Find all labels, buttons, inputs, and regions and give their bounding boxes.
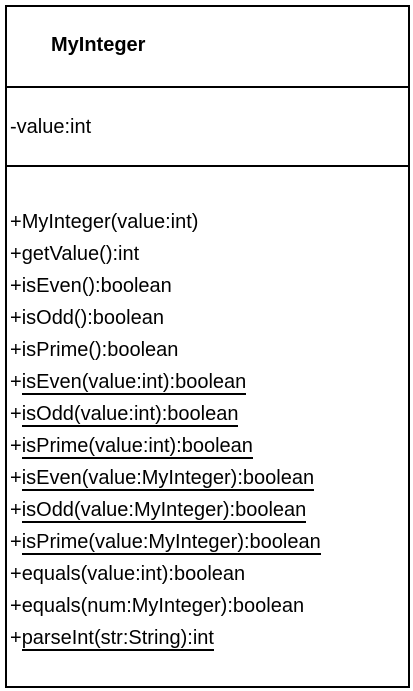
static-method-signature: isOdd(value:int):boolean bbox=[21, 403, 239, 427]
method-signature: isEven():boolean bbox=[21, 275, 172, 297]
method-row: +isOdd(value:MyInteger):boolean bbox=[10, 496, 307, 524]
static-method-signature: parseInt(str:String):int bbox=[21, 627, 214, 651]
static-method-signature: isPrime(value:int):boolean bbox=[21, 435, 253, 459]
class-name-compartment: MyInteger bbox=[7, 7, 408, 88]
method-row: +isPrime():boolean bbox=[10, 336, 178, 364]
method-row: +isEven(value:MyInteger):boolean bbox=[10, 464, 315, 492]
method-row: +isOdd():boolean bbox=[10, 304, 164, 332]
method-signature: equals(value:int):boolean bbox=[21, 563, 246, 585]
method-signature: MyInteger(value:int) bbox=[21, 211, 199, 233]
static-method-signature: isOdd(value:MyInteger):boolean bbox=[21, 499, 307, 523]
method-row: +equals(num:MyInteger):boolean bbox=[10, 592, 304, 620]
method-signature: isOdd():boolean bbox=[21, 307, 164, 329]
attribute-value: -value:int bbox=[10, 116, 92, 138]
method-row: +isPrime(value:int):boolean bbox=[10, 432, 253, 460]
method-signature: isPrime():boolean bbox=[21, 339, 179, 361]
method-row: +parseInt(str:String):int bbox=[10, 624, 214, 652]
method-visibility: + bbox=[10, 627, 22, 649]
method-signature: equals(num:MyInteger):boolean bbox=[21, 595, 305, 617]
method-visibility: + bbox=[10, 563, 22, 585]
method-row: +equals(value:int):boolean bbox=[10, 560, 245, 588]
method-visibility: + bbox=[10, 339, 22, 361]
methods-compartment: +MyInteger(value:int) +getValue():int +isE… bbox=[7, 167, 408, 686]
method-signature: getValue():int bbox=[21, 243, 140, 265]
method-visibility: + bbox=[10, 435, 22, 457]
static-method-signature: isEven(value:MyInteger):boolean bbox=[21, 467, 315, 491]
method-visibility: + bbox=[10, 499, 22, 521]
method-visibility: + bbox=[10, 595, 22, 617]
method-visibility: + bbox=[10, 403, 22, 425]
static-method-signature: isPrime(value:MyInteger):boolean bbox=[21, 531, 321, 555]
method-visibility: + bbox=[10, 531, 22, 553]
method-visibility: + bbox=[10, 243, 22, 265]
method-row: +isOdd(value:int):boolean bbox=[10, 400, 239, 428]
method-visibility: + bbox=[10, 275, 22, 297]
uml-class-box: MyInteger -value:int +MyInteger(value:in… bbox=[5, 5, 410, 688]
method-row: +getValue():int bbox=[10, 240, 139, 268]
method-row: +isEven(value:int):boolean bbox=[10, 368, 247, 396]
class-name: MyInteger bbox=[51, 34, 146, 56]
method-visibility: + bbox=[10, 371, 22, 393]
method-row: +isPrime(value:MyInteger):boolean bbox=[10, 528, 321, 556]
attributes-compartment: -value:int bbox=[7, 88, 408, 167]
method-visibility: + bbox=[10, 467, 22, 489]
method-visibility: + bbox=[10, 211, 22, 233]
method-row: +isEven():boolean bbox=[10, 272, 172, 300]
method-visibility: + bbox=[10, 307, 22, 329]
static-method-signature: isEven(value:int):boolean bbox=[21, 371, 247, 395]
method-row: +MyInteger(value:int) bbox=[10, 208, 198, 236]
